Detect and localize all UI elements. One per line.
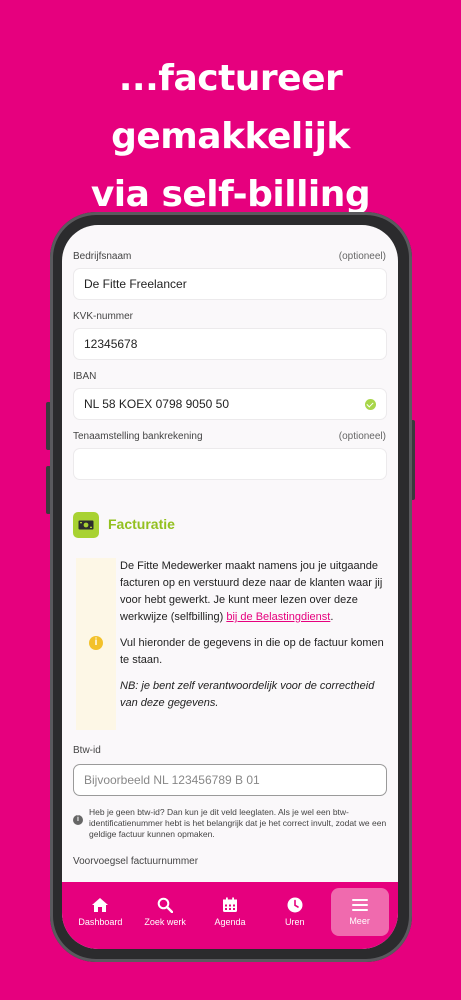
- info-icon: i: [73, 815, 83, 825]
- menu-icon: [351, 899, 368, 911]
- kvk-value: 12345678: [84, 337, 138, 351]
- btw-hint-text: Heb je geen btw-id? Dan kun je dit veld …: [89, 807, 387, 839]
- btw-hint: i Heb je geen btw-id? Dan kun je dit vel…: [73, 807, 389, 840]
- nav-item-meer[interactable]: Meer: [330, 888, 389, 936]
- nav-item-uren[interactable]: Uren: [266, 888, 324, 936]
- phone-screen: Bedrijfsnaam (optioneel) De Fitte Freela…: [62, 225, 398, 949]
- headline-line-1: ...factureer gemakkelijk: [111, 58, 350, 157]
- bottom-nav: Dashboard Zoek werk Agenda Uren Meer: [62, 882, 398, 949]
- clock-icon: [287, 897, 303, 913]
- check-icon: [365, 399, 376, 410]
- section-title-facturatie: Facturatie: [108, 516, 175, 532]
- iban-field[interactable]: NL 58 KOEX 0798 9050 50: [73, 388, 387, 420]
- nav-label-agenda: Agenda: [214, 917, 246, 927]
- nav-label-dashboard: Dashboard: [78, 917, 123, 927]
- info-icon: i: [89, 636, 103, 650]
- iban-label: IBAN: [73, 371, 97, 382]
- home-icon: [92, 898, 109, 912]
- company-optional: (optioneel): [338, 251, 386, 262]
- nav-label-uren: Uren: [285, 917, 305, 927]
- info-box: i De Fitte Medewerker maakt namens jou j…: [76, 558, 392, 730]
- nav-label-zoek-werk: Zoek werk: [144, 917, 186, 927]
- info-paragraph-1: De Fitte Medewerker maakt namens jou je …: [120, 558, 388, 626]
- info-paragraph-2: Vul hieronder de gegevens in die op de f…: [120, 637, 384, 666]
- nav-item-dashboard[interactable]: Dashboard: [71, 888, 129, 936]
- headline: ...factureer gemakkelijk via self-billin…: [0, 50, 461, 224]
- company-label: Bedrijfsnaam: [73, 251, 132, 262]
- money-icon: [73, 512, 99, 538]
- kvk-label: KVK-nummer: [73, 311, 134, 322]
- calendar-icon: [222, 897, 237, 912]
- prefix-label: Voorvoegsel factuurnummer: [73, 856, 199, 867]
- company-value: De Fitte Freelancer: [84, 277, 187, 291]
- info-p1-end: .: [330, 611, 334, 623]
- info-paragraph-3: NB: je bent zelf verantwoordelijk voor d…: [120, 678, 388, 712]
- info-strip: i: [76, 558, 116, 730]
- company-field[interactable]: De Fitte Freelancer: [73, 268, 387, 300]
- btw-label: Btw-id: [73, 745, 101, 756]
- kvk-field[interactable]: 12345678: [73, 328, 387, 360]
- search-icon: [157, 897, 174, 913]
- nav-item-zoek-werk[interactable]: Zoek werk: [136, 888, 194, 936]
- belastingdienst-link[interactable]: bij de Belastingdienst: [226, 611, 330, 623]
- info-text: De Fitte Medewerker maakt namens jou je …: [120, 558, 388, 721]
- iban-value: NL 58 KOEX 0798 9050 50: [84, 397, 229, 411]
- holder-field[interactable]: [73, 448, 387, 480]
- nav-item-agenda[interactable]: Agenda: [201, 888, 259, 936]
- btw-input[interactable]: Bijvoorbeeld NL 123456789 B 01: [73, 764, 387, 796]
- info-p3-text: NB: je bent zelf verantwoordelijk voor d…: [120, 680, 375, 709]
- nav-label-meer: Meer: [349, 916, 370, 926]
- holder-label: Tenaamstelling bankrekening: [73, 431, 203, 442]
- holder-optional: (optioneel): [338, 431, 386, 442]
- btw-placeholder: Bijvoorbeeld NL 123456789 B 01: [84, 773, 260, 787]
